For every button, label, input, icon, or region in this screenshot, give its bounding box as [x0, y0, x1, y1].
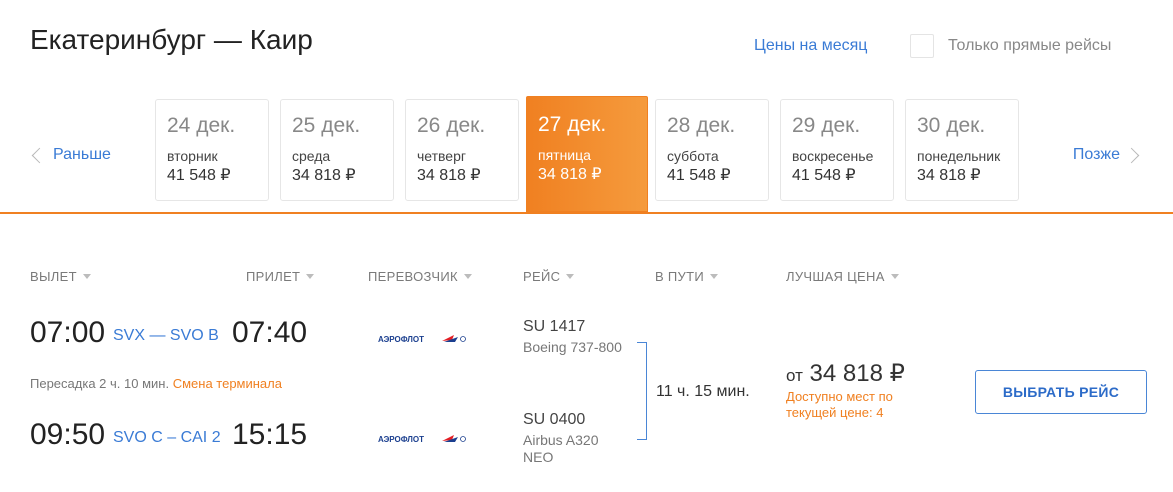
date-card[interactable]: 28 дек. суббота 41 548 ₽ [655, 99, 769, 201]
departure-time: 09:50 [30, 418, 106, 451]
caret-down-icon [463, 274, 472, 279]
weekday-label: вторник [167, 148, 218, 164]
date-price: 34 818 ₽ [417, 167, 481, 184]
direct-only-label[interactable]: Только прямые рейсы [948, 37, 1111, 55]
direct-only-filter[interactable]: Только прямые рейсы [910, 34, 1111, 58]
later-button[interactable]: Позже [1072, 146, 1140, 164]
price-value: 34 818 ₽ [809, 360, 905, 387]
weekday-label: воскресенье [792, 148, 874, 164]
sort-departure[interactable]: ВЫЛЕТ [30, 269, 91, 284]
date-card[interactable]: 29 дек. воскресенье 41 548 ₽ [780, 99, 894, 201]
date-label: 25 дек. [292, 114, 361, 137]
select-flight-button[interactable]: ВЫБРАТЬ РЕЙС [975, 370, 1147, 414]
date-card[interactable]: 30 дек. понедельник 34 818 ₽ [905, 99, 1019, 201]
caret-down-icon [709, 274, 718, 279]
transfer-duration: Пересадка 2 ч. 10 мин. [30, 376, 170, 391]
date-selector: 24 дек. вторник 41 548 ₽ 25 дек. среда 3… [155, 96, 1030, 212]
caret-down-icon [82, 274, 91, 279]
itinerary-bracket [637, 342, 647, 440]
earlier-button[interactable]: Раньше [31, 146, 111, 164]
date-price: 41 548 ₽ [792, 167, 856, 184]
chevron-right-icon [1123, 147, 1140, 163]
column-label: ВЫЛЕТ [30, 269, 77, 284]
sort-carrier[interactable]: ПЕРЕВОЗЧИК [368, 269, 472, 284]
flight-number: SU 0400 [523, 411, 586, 428]
weekday-label: понедельник [917, 148, 1001, 164]
price-prefix: от [786, 366, 803, 385]
sort-flight[interactable]: РЕЙС [523, 269, 575, 284]
month-prices-link[interactable]: Цены на месяц [754, 37, 867, 55]
caret-down-icon [306, 274, 315, 279]
date-label: 26 дек. [417, 114, 486, 137]
date-label: 29 дек. [792, 114, 861, 137]
flight-number: SU 1417 [523, 318, 586, 335]
date-label: 30 дек. [917, 114, 986, 137]
aircraft-model: Boeing 737-800 [523, 339, 622, 355]
date-price: 41 548 ₽ [167, 167, 231, 184]
sort-duration[interactable]: В ПУТИ [655, 269, 718, 284]
direct-only-checkbox[interactable] [910, 34, 934, 58]
date-price: 41 548 ₽ [667, 167, 731, 184]
best-price: от 34 818 ₽ [786, 359, 905, 388]
column-label: ЛУЧШАЯ ЦЕНА [786, 269, 885, 284]
later-label: Позже [1072, 146, 1120, 163]
weekday-label: суббота [667, 148, 719, 164]
page-title: Екатеринбург — Каир [30, 24, 313, 55]
aeroflot-logo-text: АЭРОФЛОТ [378, 335, 424, 344]
chevron-left-icon [31, 147, 48, 163]
aeroflot-logo: АЭРОФЛОТ [378, 335, 466, 344]
weekday-label: пятница [538, 147, 591, 163]
aeroflot-logo-text: АЭРОФЛОТ [378, 435, 424, 444]
column-label: РЕЙС [523, 269, 561, 284]
date-card-selected[interactable]: 27 дек. пятница 34 818 ₽ [526, 96, 648, 212]
sort-arrival[interactable]: ПРИЛЕТ [246, 269, 315, 284]
date-price: 34 818 ₽ [917, 167, 981, 184]
arrival-time: 15:15 [232, 418, 308, 451]
date-card[interactable]: 25 дек. среда 34 818 ₽ [280, 99, 394, 201]
departure-time: 07:00 [30, 316, 106, 349]
sort-best-price[interactable]: ЛУЧШАЯ ЦЕНА [786, 269, 899, 284]
date-label: 27 дек. [538, 113, 607, 136]
aeroflot-logo: АЭРОФЛОТ [378, 435, 466, 444]
date-label: 24 дек. [167, 114, 236, 137]
arrival-time: 07:40 [232, 316, 308, 349]
weekday-label: четверг [417, 148, 466, 164]
weekday-label: среда [292, 148, 331, 164]
terminal-change-warning: Смена терминала [172, 376, 282, 391]
date-card[interactable]: 24 дек. вторник 41 548 ₽ [155, 99, 269, 201]
date-price: 34 818 ₽ [292, 167, 356, 184]
route-airports[interactable]: SVX — SVO B [113, 327, 219, 345]
total-duration: 11 ч. 15 мин. [656, 383, 750, 400]
date-card[interactable]: 26 дек. четверг 34 818 ₽ [405, 99, 519, 201]
caret-down-icon [566, 274, 575, 279]
date-label: 28 дек. [667, 114, 736, 137]
earlier-label: Раньше [53, 146, 111, 163]
column-label: В ПУТИ [655, 269, 704, 284]
caret-down-icon [890, 274, 899, 279]
route-airports[interactable]: SVO C – CAI 2 [113, 429, 221, 447]
availability-note: Доступно мест по текущей цене: 4 [786, 389, 893, 420]
aircraft-model: Airbus A320 NEO [523, 432, 599, 465]
column-label: ПЕРЕВОЗЧИК [368, 269, 458, 284]
divider [0, 212, 1173, 214]
column-label: ПРИЛЕТ [246, 269, 301, 284]
date-price: 34 818 ₽ [538, 166, 602, 183]
transfer-info: Пересадка 2 ч. 10 мин. Смена терминала [30, 376, 282, 391]
